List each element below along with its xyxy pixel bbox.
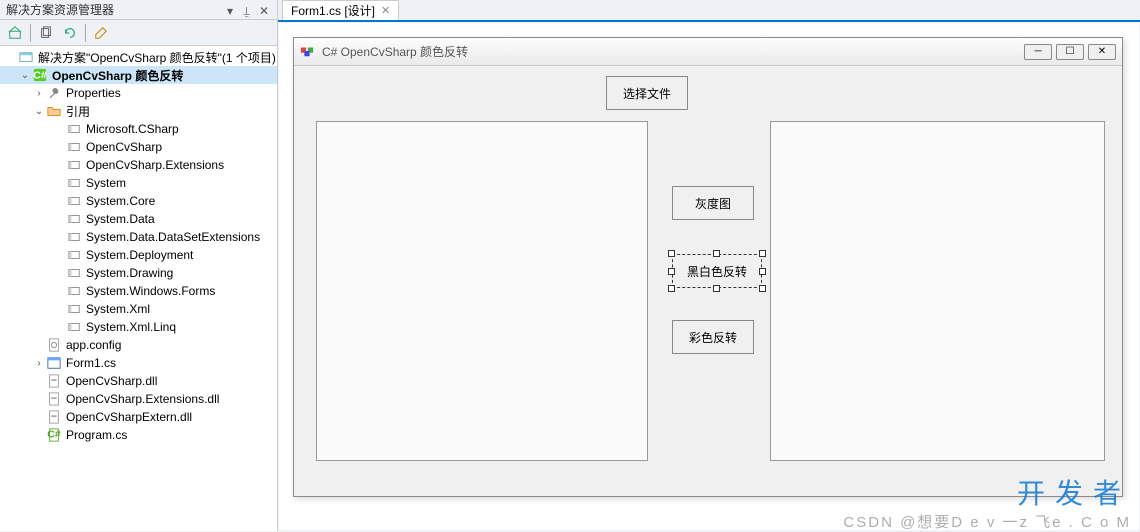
- reference-node[interactable]: OpenCvSharp: [0, 138, 277, 156]
- reference-icon: [66, 265, 82, 281]
- close-button[interactable]: ✕: [1088, 44, 1116, 60]
- form-preview[interactable]: C# OpenCvSharp 颜色反转 ─ ☐ ✕ 选择文件 灰度图 黑白色反转: [293, 37, 1123, 497]
- resize-handle[interactable]: [713, 285, 720, 292]
- chevron-right-icon[interactable]: ›: [32, 86, 46, 100]
- separator: [30, 24, 31, 42]
- solution-icon: [18, 49, 34, 65]
- form-titlebar: C# OpenCvSharp 颜色反转 ─ ☐ ✕: [294, 38, 1122, 66]
- designer-surface[interactable]: C# OpenCvSharp 颜色反转 ─ ☐ ✕ 选择文件 灰度图 黑白色反转: [279, 23, 1139, 530]
- solution-node[interactable]: 解决方案"OpenCvSharp 颜色反转"(1 个项目): [0, 48, 277, 66]
- reference-node[interactable]: System.Xml.Linq: [0, 318, 277, 336]
- chevron-right-icon[interactable]: ›: [32, 356, 46, 370]
- reference-node[interactable]: System.Deployment: [0, 246, 277, 264]
- explorer-title: 解决方案资源管理器: [6, 1, 114, 18]
- solution-explorer-panel: 解决方案资源管理器 ▾ ⍊ ✕ 解决方案"OpenCvSharp 颜色反转"(1…: [0, 0, 278, 531]
- reference-node[interactable]: System.Xml: [0, 300, 277, 318]
- folder-icon: [46, 103, 62, 119]
- csharp-project-icon: C#: [32, 67, 48, 83]
- reference-icon: [66, 319, 82, 335]
- resize-handle[interactable]: [759, 285, 766, 292]
- file-node[interactable]: OpenCvSharp.Extensions.dll: [0, 390, 277, 408]
- config-icon: [46, 337, 62, 353]
- select-file-button[interactable]: 选择文件: [606, 76, 688, 110]
- reference-node[interactable]: System.Data: [0, 210, 277, 228]
- color-invert-button[interactable]: 彩色反转: [672, 320, 754, 354]
- svg-text:C#: C#: [33, 70, 47, 82]
- dll-icon: [46, 373, 62, 389]
- reference-icon: [66, 157, 82, 173]
- tab-label: Form1.cs [设计]: [291, 2, 375, 19]
- reference-node[interactable]: System.Drawing: [0, 264, 277, 282]
- resize-handle[interactable]: [759, 268, 766, 275]
- reference-icon: [66, 139, 82, 155]
- refresh-button[interactable]: [59, 22, 81, 44]
- bw-invert-button[interactable]: 黑白色反转: [672, 254, 762, 288]
- expander-icon[interactable]: [4, 50, 18, 64]
- main-area: Form1.cs [设计] ✕ C# OpenCvSharp 颜色反转 ─ ☐ …: [278, 0, 1140, 531]
- csharp-file-icon: C#: [46, 427, 62, 443]
- reference-icon: [66, 193, 82, 209]
- file-node[interactable]: OpenCvSharpExtern.dll: [0, 408, 277, 426]
- file-node[interactable]: OpenCvSharp.dll: [0, 372, 277, 390]
- reference-icon: [66, 175, 82, 191]
- separator: [85, 24, 86, 42]
- form-title: C# OpenCvSharp 颜色反转: [322, 43, 1024, 60]
- properties-node[interactable]: › Properties: [0, 84, 277, 102]
- properties-button[interactable]: [90, 22, 112, 44]
- reference-node[interactable]: System.Windows.Forms: [0, 282, 277, 300]
- reference-icon: [66, 247, 82, 263]
- resize-handle[interactable]: [759, 250, 766, 257]
- dropdown-icon[interactable]: ▾: [227, 4, 239, 16]
- file-node[interactable]: › Form1.cs: [0, 354, 277, 372]
- file-node[interactable]: app.config: [0, 336, 277, 354]
- picturebox-right[interactable]: [770, 121, 1105, 461]
- close-icon[interactable]: ✕: [381, 4, 390, 17]
- solution-label: 解决方案"OpenCvSharp 颜色反转"(1 个项目): [38, 49, 276, 66]
- reference-icon: [66, 283, 82, 299]
- form-icon: [46, 355, 62, 371]
- explorer-toolbar: [0, 20, 277, 46]
- minimize-button[interactable]: ─: [1024, 44, 1052, 60]
- form-icon: [300, 44, 316, 60]
- references-node[interactable]: ⌄ 引用: [0, 102, 277, 120]
- home-button[interactable]: [4, 22, 26, 44]
- pin-icon[interactable]: ⍊: [243, 4, 255, 16]
- references-label: 引用: [66, 103, 90, 120]
- project-node[interactable]: ⌄ C# OpenCvSharp 颜色反转: [0, 66, 277, 84]
- maximize-button[interactable]: ☐: [1056, 44, 1084, 60]
- resize-handle[interactable]: [668, 268, 675, 275]
- reference-node[interactable]: System.Data.DataSetExtensions: [0, 228, 277, 246]
- reference-icon: [66, 229, 82, 245]
- grayscale-button[interactable]: 灰度图: [672, 186, 754, 220]
- watermark-en: CSDN @想要D e v 一z 飞e . C o M: [843, 511, 1131, 532]
- picturebox-left[interactable]: [316, 121, 648, 461]
- reference-node[interactable]: System.Core: [0, 192, 277, 210]
- resize-handle[interactable]: [713, 250, 720, 257]
- resize-handle[interactable]: [668, 250, 675, 257]
- file-node[interactable]: C# Program.cs: [0, 426, 277, 444]
- wrench-icon: [46, 85, 62, 101]
- resize-handle[interactable]: [668, 285, 675, 292]
- project-label: OpenCvSharp 颜色反转: [52, 67, 183, 84]
- reference-node[interactable]: OpenCvSharp.Extensions: [0, 156, 277, 174]
- properties-label: Properties: [66, 86, 121, 100]
- reference-node[interactable]: Microsoft.CSharp: [0, 120, 277, 138]
- explorer-titlebar: 解决方案资源管理器 ▾ ⍊ ✕: [0, 0, 277, 20]
- svg-text:C#: C#: [47, 429, 61, 441]
- reference-icon: [66, 211, 82, 227]
- reference-node[interactable]: System: [0, 174, 277, 192]
- form-body: 选择文件 灰度图 黑白色反转 彩色反转: [294, 66, 1122, 496]
- dll-icon: [46, 409, 62, 425]
- document-tabbar: Form1.cs [设计] ✕: [278, 0, 1140, 22]
- reference-icon: [66, 121, 82, 137]
- chevron-down-icon[interactable]: ⌄: [32, 104, 46, 118]
- reference-icon: [66, 301, 82, 317]
- tab-form1-design[interactable]: Form1.cs [设计] ✕: [282, 0, 399, 20]
- copy-button[interactable]: [35, 22, 57, 44]
- solution-tree[interactable]: 解决方案"OpenCvSharp 颜色反转"(1 个项目) ⌄ C# OpenC…: [0, 46, 277, 531]
- close-icon[interactable]: ✕: [259, 4, 271, 16]
- dll-icon: [46, 391, 62, 407]
- chevron-down-icon[interactable]: ⌄: [18, 68, 32, 82]
